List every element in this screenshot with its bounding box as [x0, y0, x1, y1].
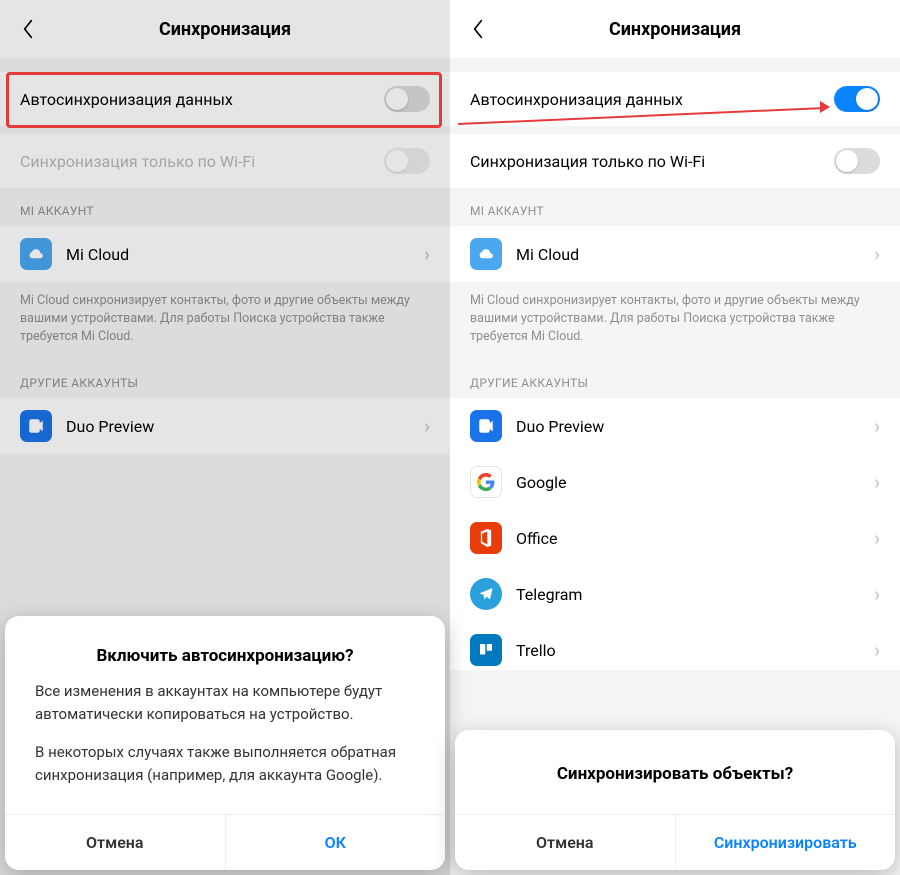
dialog-title: Включить автосинхронизацию?	[5, 616, 445, 680]
mi-cloud-icon	[20, 238, 52, 270]
google-label: Google	[516, 473, 860, 492]
chevron-right-icon: ›	[874, 528, 880, 548]
duo-icon	[470, 410, 502, 442]
autosync-label: Автосинхронизация данных	[470, 90, 834, 109]
trello-icon	[470, 634, 502, 666]
page-title: Синхронизация	[0, 19, 450, 40]
back-icon[interactable]	[466, 17, 490, 41]
wifi-label: Синхронизация только по Wi-Fi	[20, 152, 384, 171]
mi-cloud-desc: Mi Cloud синхронизирует контакты, фото и…	[0, 282, 450, 360]
mi-cloud-label: Mi Cloud	[516, 245, 860, 264]
header: Синхронизация	[0, 0, 450, 58]
item-mi-cloud[interactable]: Mi Cloud ›	[450, 226, 900, 282]
panel-right: Синхронизация Автосинхронизация данных С…	[450, 0, 900, 875]
cancel-button[interactable]: Отмена	[5, 815, 225, 870]
section-other-accounts: ДРУГИЕ АККАУНТЫ	[0, 360, 450, 398]
item-duo[interactable]: Duo Preview ›	[0, 398, 450, 454]
dialog-buttons: Отмена ОК	[5, 814, 445, 870]
page-title: Синхронизация	[450, 19, 900, 40]
item-office[interactable]: Office ›	[450, 510, 900, 566]
autosync-toggle-off[interactable]	[384, 86, 430, 112]
autosync-toggle-on[interactable]	[834, 86, 880, 112]
back-icon[interactable]	[16, 17, 40, 41]
section-other-accounts: ДРУГИЕ АККАУНТЫ	[450, 360, 900, 398]
panel-left: Синхронизация Автосинхронизация данных С…	[0, 0, 450, 875]
item-trello[interactable]: Trello ›	[450, 622, 900, 670]
dialog-title: Синхронизировать объекты?	[455, 730, 895, 814]
item-telegram[interactable]: Telegram ›	[450, 566, 900, 622]
telegram-label: Telegram	[516, 585, 860, 604]
chevron-right-icon: ›	[424, 244, 430, 264]
duo-label: Duo Preview	[516, 417, 860, 436]
duo-label: Duo Preview	[66, 417, 410, 436]
wifi-label: Синхронизация только по Wi-Fi	[470, 152, 834, 171]
dialog-sync: Синхронизировать объекты? Отмена Синхрон…	[455, 730, 895, 870]
telegram-icon	[470, 578, 502, 610]
dialog-buttons: Отмена Синхронизировать	[455, 814, 895, 870]
chevron-right-icon: ›	[874, 472, 880, 492]
dialog-body: Все изменения в аккаунтах на компьютере …	[5, 680, 445, 814]
arrow-head	[820, 101, 830, 113]
duo-icon	[20, 410, 52, 442]
row-wifi[interactable]: Синхронизация только по Wi-Fi	[450, 134, 900, 188]
wifi-toggle	[384, 148, 430, 174]
office-icon	[470, 522, 502, 554]
office-label: Office	[516, 529, 860, 548]
mi-cloud-icon	[470, 238, 502, 270]
mi-cloud-label: Mi Cloud	[66, 245, 410, 264]
item-duo[interactable]: Duo Preview ›	[450, 398, 900, 454]
chevron-right-icon: ›	[874, 584, 880, 604]
section-mi-account: MI АККАУНТ	[0, 188, 450, 226]
dialog-p1: Все изменения в аккаунтах на компьютере …	[35, 680, 415, 725]
section-mi-account: MI АККАУНТ	[450, 188, 900, 226]
item-google[interactable]: Google ›	[450, 454, 900, 510]
chevron-right-icon: ›	[874, 640, 880, 660]
cancel-button[interactable]: Отмена	[455, 815, 675, 870]
ok-button[interactable]: ОК	[225, 815, 446, 870]
sync-button[interactable]: Синхронизировать	[675, 815, 896, 870]
chevron-right-icon: ›	[874, 244, 880, 264]
mi-cloud-desc: Mi Cloud синхронизирует контакты, фото и…	[450, 282, 900, 360]
item-mi-cloud[interactable]: Mi Cloud ›	[0, 226, 450, 282]
wifi-toggle[interactable]	[834, 148, 880, 174]
dialog-autosync: Включить автосинхронизацию? Все изменени…	[5, 616, 445, 870]
chevron-right-icon: ›	[424, 416, 430, 436]
google-icon	[470, 466, 502, 498]
row-autosync[interactable]: Автосинхронизация данных	[450, 72, 900, 126]
row-autosync[interactable]: Автосинхронизация данных	[0, 72, 450, 126]
header: Синхронизация	[450, 0, 900, 58]
autosync-label: Автосинхронизация данных	[20, 90, 384, 109]
trello-label: Trello	[516, 641, 860, 660]
row-wifi: Синхронизация только по Wi-Fi	[0, 134, 450, 188]
chevron-right-icon: ›	[874, 416, 880, 436]
dialog-p2: В некоторых случаях также выполняется об…	[35, 741, 415, 786]
